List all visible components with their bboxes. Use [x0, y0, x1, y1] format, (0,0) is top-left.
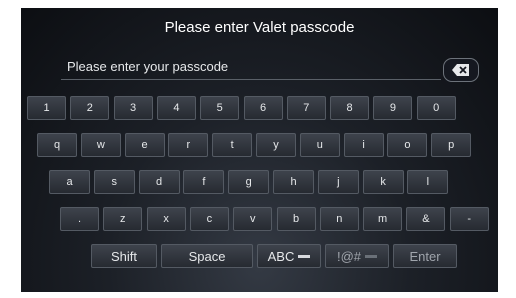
key[interactable]: 2 — [70, 96, 110, 120]
keyboard-row: asdfghjkl — [21, 170, 498, 194]
space-key[interactable]: Space — [161, 244, 253, 268]
key[interactable]: v — [233, 207, 273, 231]
key[interactable]: 9 — [373, 96, 413, 120]
active-indicator — [298, 254, 311, 258]
key[interactable]: i — [343, 133, 384, 157]
backspace-icon — [452, 64, 469, 76]
key[interactable]: f — [183, 170, 225, 194]
key[interactable]: 1 — [27, 96, 66, 120]
key[interactable]: s — [93, 170, 135, 194]
key[interactable]: p — [431, 133, 472, 157]
keyboard-row: 1234567890 — [21, 96, 498, 120]
key[interactable]: e — [124, 133, 165, 157]
key[interactable]: 7 — [286, 96, 326, 120]
keyboard-row: . z x c v b n m & - — [21, 207, 498, 231]
symbols-key-label: !@# — [336, 248, 362, 264]
key[interactable]: y — [256, 133, 296, 157]
key[interactable]: . — [60, 207, 99, 231]
key[interactable]: m — [363, 207, 403, 231]
key[interactable]: a — [49, 170, 90, 194]
key[interactable]: n — [319, 207, 359, 231]
key[interactable]: l — [407, 170, 449, 194]
page-title: Please enter Valet passcode — [164, 19, 355, 36]
abc-key[interactable]: ABC — [257, 244, 321, 268]
shift-key[interactable]: Shift — [91, 244, 157, 268]
valet-passcode-screen: Please enter Valet passcode Please enter… — [21, 8, 498, 292]
enter-key[interactable]: Enter — [393, 244, 457, 268]
key[interactable]: 5 — [200, 96, 240, 120]
key[interactable]: 0 — [416, 96, 456, 120]
keyboard-row: qwertyuiop — [21, 133, 498, 157]
key[interactable]: b — [276, 207, 316, 231]
key[interactable]: 8 — [330, 96, 370, 120]
key[interactable]: 4 — [156, 96, 196, 120]
key[interactable]: k — [362, 170, 404, 194]
key[interactable]: q — [37, 133, 77, 157]
key[interactable]: c — [189, 207, 229, 231]
key[interactable]: t — [212, 133, 253, 157]
key[interactable]: & — [406, 207, 446, 231]
key[interactable]: g — [228, 170, 270, 194]
inactive-indicator — [365, 254, 378, 258]
symbols-key[interactable]: !@# — [325, 244, 389, 268]
backspace-button[interactable] — [443, 58, 479, 82]
key[interactable]: w — [80, 133, 121, 157]
key[interactable]: z — [103, 207, 143, 231]
key[interactable]: 6 — [243, 96, 283, 120]
keyboard-bottom-row: Shift Space ABC !@# Enter — [21, 244, 498, 268]
key[interactable]: r — [168, 133, 209, 157]
key[interactable]: d — [138, 170, 180, 194]
abc-key-label: ABC — [267, 248, 295, 264]
passcode-input[interactable]: Please enter your passcode — [61, 55, 441, 80]
key[interactable]: h — [273, 170, 314, 194]
key[interactable]: x — [146, 207, 186, 231]
passcode-placeholder: Please enter your passcode — [67, 59, 229, 74]
key[interactable]: 3 — [113, 96, 153, 120]
key[interactable]: - — [449, 207, 489, 231]
key[interactable]: j — [317, 170, 359, 194]
key[interactable]: o — [387, 133, 428, 157]
key[interactable]: u — [299, 133, 340, 157]
